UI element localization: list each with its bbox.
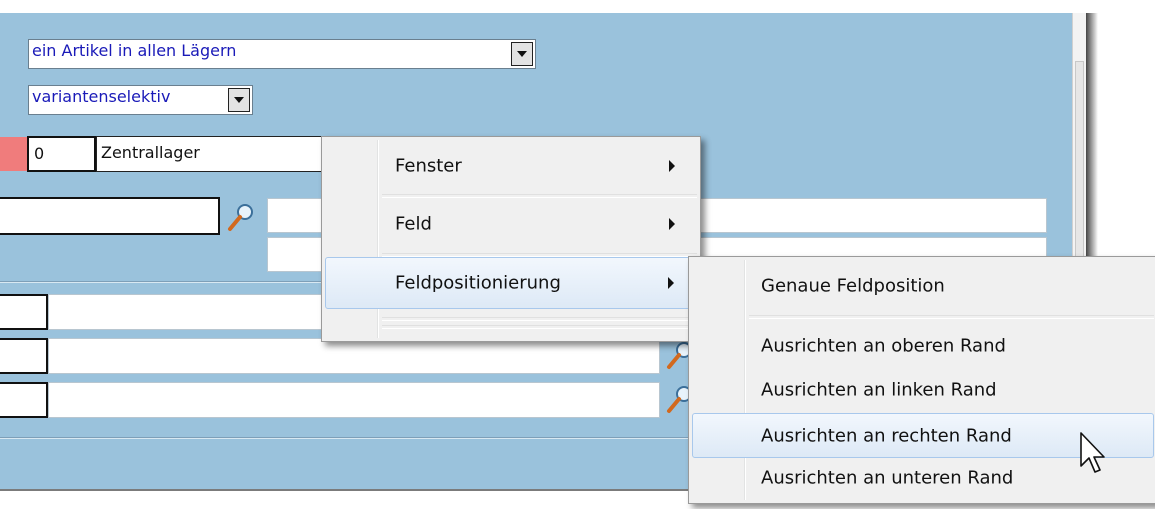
menu-item-label: Feld	[395, 213, 432, 235]
menu-separator	[382, 194, 697, 198]
submenu-arrow-icon	[668, 277, 674, 289]
mouse-cursor-icon	[1080, 432, 1105, 473]
menu-item-feld[interactable]: Feld	[325, 199, 697, 249]
menu-item-genaue-feldposition[interactable]: Genaue Feldposition	[692, 262, 1154, 310]
row1-code-field[interactable]	[0, 294, 48, 330]
warehouse-number: 0	[34, 144, 45, 163]
menu-item-label: Ausrichten an linken Rand	[761, 379, 997, 401]
search-icon	[228, 204, 253, 231]
menu-item-feldpositionierung[interactable]: Feldpositionierung	[325, 257, 697, 309]
article-search-button[interactable]	[222, 200, 258, 234]
row3-text-field[interactable]	[48, 382, 660, 418]
scope-select-value: ein Artikel in allen Lägern	[32, 41, 237, 60]
menu-separator	[382, 317, 697, 321]
row3-code-field[interactable]	[0, 382, 48, 418]
menu-item-align-top[interactable]: Ausrichten an oberen Rand	[692, 325, 1154, 367]
menu-item-align-left[interactable]: Ausrichten an linken Rand	[692, 369, 1154, 411]
menu-separator	[382, 325, 697, 329]
menu-item-label: Feldpositionierung	[395, 272, 561, 294]
row2-code-field[interactable]	[0, 338, 48, 374]
warehouse-number-field[interactable]: 0	[27, 136, 96, 172]
chevron-down-icon	[234, 97, 244, 103]
required-marker	[0, 137, 27, 171]
menu-item-label: Ausrichten an oberen Rand	[761, 335, 1006, 357]
context-menu: Fenster Feld Feldpositionierung	[321, 136, 701, 342]
scope-select[interactable]: ein Artikel in allen Lägern	[28, 39, 536, 69]
menu-item-label: Ausrichten an unteren Rand	[761, 467, 1014, 489]
chevron-down-icon	[517, 51, 527, 57]
row2-text-field[interactable]	[48, 338, 660, 374]
scope-dropdown-button[interactable]	[511, 42, 533, 66]
menu-item-label: Fenster	[395, 155, 462, 177]
menu-item-label: Genaue Feldposition	[761, 275, 945, 297]
variant-dropdown-button[interactable]	[228, 88, 250, 112]
menu-separator	[749, 315, 1154, 319]
menu-item-label: Ausrichten an rechten Rand	[761, 425, 1012, 446]
menu-item-fenster[interactable]: Fenster	[325, 141, 697, 191]
variant-select[interactable]: variantenselektiv	[28, 85, 253, 115]
article-number-field[interactable]	[0, 197, 220, 235]
submenu-arrow-icon	[669, 160, 675, 172]
warehouse-name: Zentrallager	[101, 143, 200, 162]
variant-select-value: variantenselektiv	[32, 87, 171, 106]
submenu-arrow-icon	[669, 218, 675, 230]
